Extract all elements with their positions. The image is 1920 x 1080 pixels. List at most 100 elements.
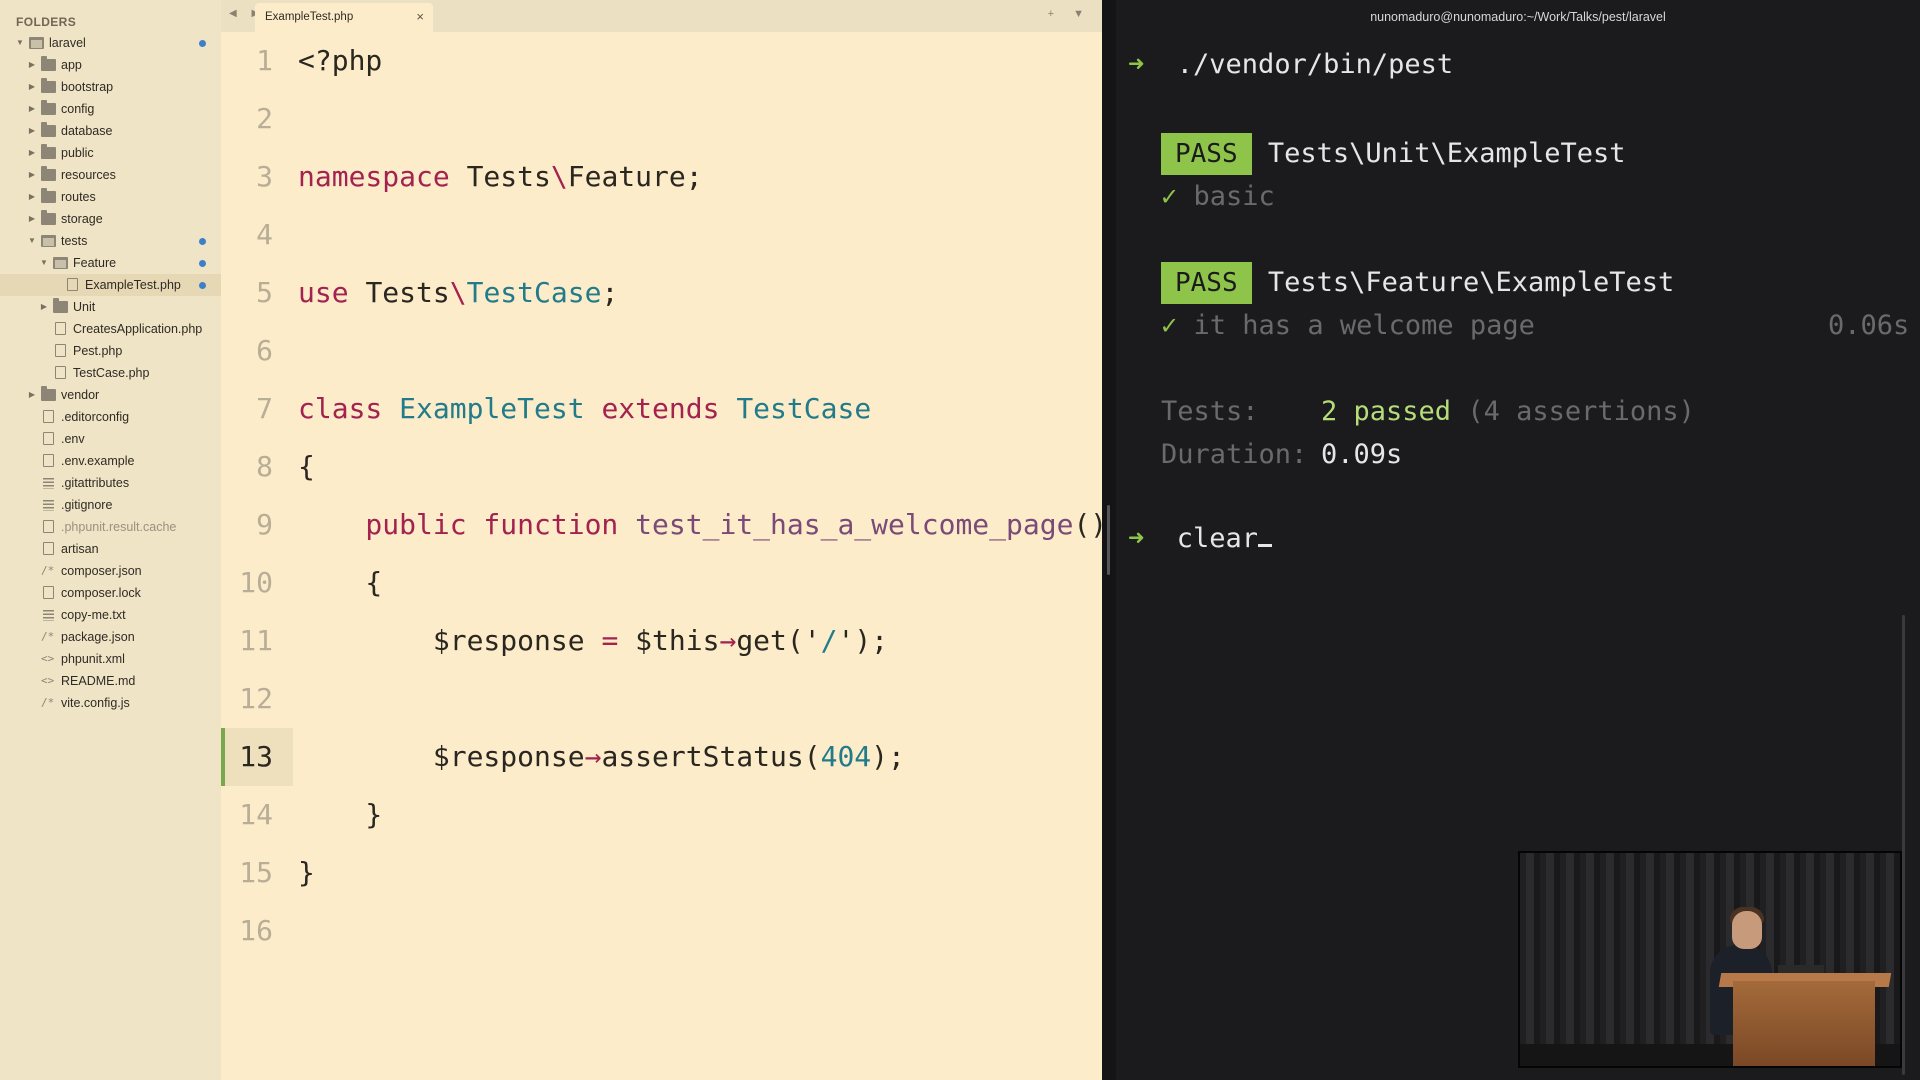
- tree-item-label: bootstrap: [61, 80, 114, 94]
- code-token: Tests: [365, 276, 450, 309]
- tree-item[interactable]: ▼ tests: [0, 230, 221, 252]
- code-line-active[interactable]: 13 $response→assertStatus(404);: [221, 728, 1102, 786]
- tab-actions-icon[interactable]: + ▼: [1048, 8, 1092, 20]
- tab-label: ExampleTest.php: [265, 11, 354, 23]
- tree-item[interactable]: ▶ config: [0, 98, 221, 120]
- code-line[interactable]: 10 {: [221, 554, 1102, 612]
- file-icon: [43, 454, 54, 467]
- tree-item[interactable]: .env.example: [0, 450, 221, 472]
- code-line[interactable]: 3 namespace Tests\Feature;: [221, 148, 1102, 206]
- code-text: class ExampleTest extends TestCase: [298, 380, 871, 438]
- code-line[interactable]: 11 $response = $this→get('/');: [221, 612, 1102, 670]
- code-token: class: [298, 392, 400, 425]
- input-line[interactable]: ➜ clear: [1128, 523, 1273, 554]
- code-line[interactable]: 5 use Tests\TestCase;: [221, 264, 1102, 322]
- chevron-down-icon[interactable]: ▼: [39, 252, 49, 274]
- tree-item[interactable]: ▶ resources: [0, 164, 221, 186]
- laptop: [1778, 965, 1824, 973]
- code-token: <?php: [298, 44, 383, 77]
- tree-item[interactable]: composer.lock: [0, 582, 221, 604]
- tree-item[interactable]: artisan: [0, 538, 221, 560]
- code-line[interactable]: 12: [221, 670, 1102, 728]
- tree-item[interactable]: ▶ Unit: [0, 296, 221, 318]
- chevron-right-icon[interactable]: ▶: [39, 296, 49, 318]
- chevron-right-icon[interactable]: ▶: [27, 98, 37, 120]
- code-token: use: [298, 276, 366, 309]
- code-area[interactable]: 1 <?php 2 3 namespace Tests\Feature; 4 5 use Te…: [221, 32, 1102, 960]
- tree-item[interactable]: ▶ app: [0, 54, 221, 76]
- line-number: 4: [256, 218, 273, 251]
- tree-item[interactable]: ▶ bootstrap: [0, 76, 221, 98]
- terminal-scrollbar[interactable]: [1902, 615, 1905, 1075]
- tree-item[interactable]: TestCase.php: [0, 362, 221, 384]
- sidebar-header: FOLDERS: [16, 15, 77, 29]
- code-line[interactable]: 6: [221, 322, 1102, 380]
- file-tree: ▼ laravel ▶ app ▶ bootstrap ▶ config ▶ database ▶ p…: [0, 32, 221, 714]
- chevron-right-icon[interactable]: ▶: [27, 76, 37, 98]
- tree-item[interactable]: /* package.json: [0, 626, 221, 648]
- tree-item[interactable]: /* vite.config.js: [0, 692, 221, 714]
- code-line[interactable]: 8{: [221, 438, 1102, 496]
- tree-item[interactable]: ▶ public: [0, 142, 221, 164]
- code-token: ExampleTest: [399, 392, 602, 425]
- tree-item[interactable]: /* composer.json: [0, 560, 221, 582]
- tree-item-label: composer.lock: [61, 586, 141, 600]
- tree-item[interactable]: .editorconfig: [0, 406, 221, 428]
- podium: [1733, 981, 1875, 1066]
- code-line[interactable]: 15}: [221, 844, 1102, 902]
- chevron-right-icon[interactable]: ▶: [27, 120, 37, 142]
- folder-icon: [41, 122, 56, 137]
- test-result-welcome: ✓ it has a welcome page: [1161, 310, 1535, 341]
- pane-divider[interactable]: [1102, 0, 1116, 1080]
- tree-item[interactable]: <> phpunit.xml: [0, 648, 221, 670]
- chevron-right-icon[interactable]: ▶: [27, 186, 37, 208]
- folder-icon: [41, 188, 56, 203]
- tree-item[interactable]: ▼ laravel: [0, 32, 221, 54]
- chevron-right-icon[interactable]: ▶: [27, 142, 37, 164]
- tree-item[interactable]: <> README.md: [0, 670, 221, 692]
- input-text[interactable]: clear: [1177, 523, 1258, 554]
- code-line[interactable]: 14 }: [221, 786, 1102, 844]
- chevron-right-icon[interactable]: ▶: [27, 164, 37, 186]
- chevron-right-icon[interactable]: ▶: [27, 208, 37, 230]
- tree-item[interactable]: ▶ database: [0, 120, 221, 142]
- tree-item[interactable]: ▶ vendor: [0, 384, 221, 406]
- tree-item-label: database: [61, 124, 113, 138]
- code-line[interactable]: 1 <?php: [221, 32, 1102, 90]
- line-number: 12: [239, 682, 273, 715]
- tab-exampletest[interactable]: ExampleTest.php ×: [255, 3, 433, 32]
- tree-item[interactable]: copy-me.txt: [0, 604, 221, 626]
- code-editor[interactable]: ◀ ▶ ExampleTest.php × + ▼ 1 <?php 2 3 namesp…: [221, 0, 1102, 1080]
- code-line[interactable]: 4: [221, 206, 1102, 264]
- code-token: \: [550, 160, 568, 193]
- code-line[interactable]: 7 class ExampleTest extends TestCase: [221, 380, 1102, 438]
- code-token: public function: [298, 508, 636, 541]
- tree-item-label: phpunit.xml: [61, 652, 125, 666]
- tree-item[interactable]: .gitignore: [0, 494, 221, 516]
- code-token: →: [719, 624, 737, 657]
- divider-handle[interactable]: [1107, 505, 1110, 575]
- tree-item-label: tests: [61, 234, 88, 248]
- tree-item[interactable]: ▶ routes: [0, 186, 221, 208]
- tree-item[interactable]: .env: [0, 428, 221, 450]
- code-text: {: [298, 554, 382, 612]
- chevron-down-icon[interactable]: ▼: [27, 230, 37, 252]
- tree-item[interactable]: Pest.php: [0, 340, 221, 362]
- tree-item[interactable]: ▶ storage: [0, 208, 221, 230]
- tree-item[interactable]: ▼ Feature: [0, 252, 221, 274]
- code-token: (): [1073, 508, 1102, 541]
- script-file-icon: /*: [41, 696, 55, 709]
- chevron-right-icon[interactable]: ▶: [27, 384, 37, 406]
- tree-item[interactable]: ExampleTest.php: [0, 274, 221, 296]
- line-number: 1: [256, 44, 273, 77]
- tree-item[interactable]: CreatesApplication.php: [0, 318, 221, 340]
- code-line[interactable]: 2: [221, 90, 1102, 148]
- tree-item[interactable]: .phpunit.result.cache: [0, 516, 221, 538]
- chevron-down-icon[interactable]: ▼: [15, 32, 25, 54]
- code-token: ');: [837, 624, 889, 657]
- tree-item[interactable]: .gitattributes: [0, 472, 221, 494]
- code-line[interactable]: 16: [221, 902, 1102, 960]
- tab-close-icon[interactable]: ×: [416, 9, 424, 24]
- code-line[interactable]: 9 public function test_it_has_a_welcome_…: [221, 496, 1102, 554]
- chevron-right-icon[interactable]: ▶: [27, 54, 37, 76]
